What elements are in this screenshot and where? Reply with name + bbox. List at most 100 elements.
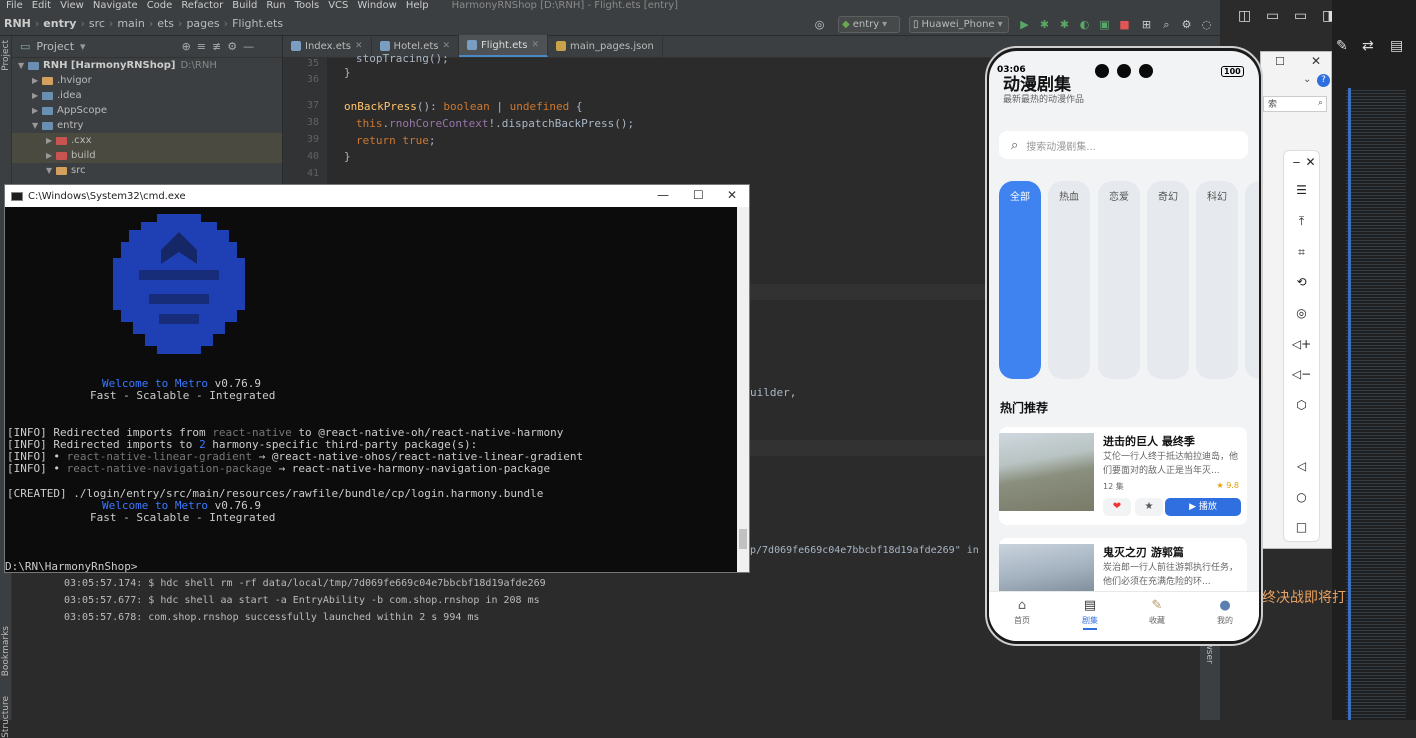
shake-icon[interactable]: ⬡: [1284, 398, 1319, 412]
category-more[interactable]: [1245, 181, 1259, 379]
menu-item-view[interactable]: View: [60, 0, 84, 11]
minimap[interactable]: [1346, 88, 1406, 720]
rotate-icon[interactable]: ⟲: [1284, 275, 1319, 289]
tree-item-appscope[interactable]: ▶ AppScope: [12, 103, 282, 118]
menu-item-edit[interactable]: Edit: [32, 0, 51, 11]
bookmarks-tool-label[interactable]: Bookmarks: [1, 626, 11, 676]
close-icon[interactable]: ✕: [355, 41, 363, 51]
volume-up-icon[interactable]: ◁+: [1284, 337, 1319, 351]
close-icon[interactable]: ✕: [727, 188, 737, 202]
tree-item-hvigor[interactable]: ▶ .hvigor: [12, 73, 282, 88]
structure-tool-label[interactable]: Structure: [1, 696, 11, 738]
tab-favorites[interactable]: ✎ 收藏: [1127, 598, 1187, 626]
run-config-select[interactable]: ◆ entry ▾: [838, 16, 900, 33]
close-icon[interactable]: ✕: [531, 40, 539, 50]
attach-debugger-icon[interactable]: ✱: [1058, 18, 1071, 31]
play-button[interactable]: ▶ 播放: [1165, 498, 1241, 516]
category-all[interactable]: 全部: [999, 181, 1041, 379]
run-icon[interactable]: ▶: [1018, 18, 1031, 31]
collect-button[interactable]: ★: [1135, 498, 1163, 516]
cmd-scrollbar[interactable]: [737, 207, 749, 572]
coverage-icon[interactable]: ▣: [1098, 18, 1111, 31]
menu-item-run[interactable]: Run: [266, 0, 285, 11]
gear-icon[interactable]: ⚙: [1180, 18, 1193, 31]
crumb-ets[interactable]: ets: [157, 17, 174, 30]
target-icon[interactable]: ◎: [813, 18, 826, 31]
crumb-pages[interactable]: pages: [186, 17, 219, 30]
crumb-root[interactable]: RNH: [4, 17, 31, 30]
anime-card[interactable]: 进击的巨人 最终季 艾伦一行人终于抵达帕拉迪岛，他们要面对的敌人正是当年灭...…: [999, 427, 1247, 525]
cmd-prompt[interactable]: D:\RN\HarmonyRnShop>: [5, 560, 137, 573]
emulator-search-input[interactable]: 索 ⌕: [1263, 96, 1327, 112]
project-panel-title[interactable]: Project: [36, 40, 74, 53]
collapse-icon[interactable]: ≡: [197, 40, 206, 53]
crumb-entry[interactable]: entry: [43, 17, 76, 30]
menu-item-build[interactable]: Build: [232, 0, 257, 11]
panel-icon[interactable]: ▭: [1266, 8, 1279, 24]
profiler-icon[interactable]: ⊞: [1140, 18, 1153, 31]
compare-icon[interactable]: ⇄: [1362, 38, 1374, 54]
crumb-file[interactable]: Flight.ets: [232, 17, 283, 30]
home-icon[interactable]: ○: [1284, 490, 1319, 504]
volume-down-icon[interactable]: ◁−: [1284, 367, 1319, 381]
tree-item-entry[interactable]: ▼ entry: [12, 118, 282, 133]
notifications-icon[interactable]: ◌: [1200, 18, 1213, 31]
layout-icon[interactable]: ◫: [1238, 8, 1251, 24]
minimap-scrollbar[interactable]: [1348, 88, 1351, 720]
more-icon[interactable]: ▤: [1390, 38, 1403, 54]
menu-item-help[interactable]: Help: [406, 0, 429, 11]
menu-icon[interactable]: ☰: [1284, 183, 1319, 197]
category-romance[interactable]: 恋爱: [1098, 181, 1140, 379]
debug-icon[interactable]: ✱: [1038, 18, 1051, 31]
locate-icon[interactable]: ⊕: [182, 40, 191, 53]
crumb-main[interactable]: main: [117, 17, 144, 30]
tree-item-root[interactable]: ▼ RNH [HarmonyRNShop] D:\RNH: [12, 58, 282, 73]
favorite-button[interactable]: ❤: [1103, 498, 1131, 516]
menu-item-vcs[interactable]: VCS: [328, 0, 348, 11]
minimize-icon[interactable]: —: [657, 188, 669, 202]
menu-item-code[interactable]: Code: [147, 0, 173, 11]
scroll-thumb[interactable]: [739, 529, 747, 549]
minimize-icon[interactable]: —: [243, 40, 254, 53]
chevron-down-icon[interactable]: ▾: [80, 40, 86, 53]
pin-top-icon[interactable]: ⤒: [1284, 214, 1319, 229]
crumb-src[interactable]: src: [89, 17, 105, 30]
help-icon[interactable]: ?: [1317, 74, 1330, 87]
profile-icon[interactable]: ◐: [1078, 18, 1091, 31]
search-icon[interactable]: ⌕: [1160, 18, 1173, 31]
category-fantasy[interactable]: 奇幻: [1147, 181, 1189, 379]
tree-item-src[interactable]: ▼ src: [12, 163, 282, 178]
tab-home[interactable]: ⌂ 首页: [992, 598, 1052, 626]
gear-icon[interactable]: ⚙: [227, 40, 237, 53]
device-select[interactable]: ▯ Huawei_Phone ▾: [909, 16, 1009, 33]
maximize-icon[interactable]: ☐: [1275, 55, 1285, 68]
tab-flight[interactable]: Flight.ets ✕: [459, 35, 548, 57]
tab-series[interactable]: ▤ 剧集: [1060, 598, 1120, 630]
category-scifi[interactable]: 科幻: [1196, 181, 1238, 379]
panel-bottom-icon[interactable]: ▭: [1294, 8, 1307, 24]
stop-icon[interactable]: ■: [1118, 18, 1131, 31]
tab-main-pages[interactable]: main_pages.json: [548, 35, 663, 57]
screenshot-icon[interactable]: ◎: [1284, 306, 1319, 320]
menu-item-navigate[interactable]: Navigate: [93, 0, 138, 11]
expand-icon[interactable]: ≢: [212, 40, 221, 53]
close-icon[interactable]: ✕: [1311, 54, 1321, 68]
chevron-down-icon[interactable]: ⌄: [1303, 74, 1311, 85]
search-input[interactable]: ⌕ 搜索动漫剧集...: [999, 131, 1248, 159]
menu-item-tools[interactable]: Tools: [295, 0, 320, 11]
edit-icon[interactable]: ✎: [1336, 38, 1348, 54]
close-icon[interactable]: ✕: [443, 41, 451, 51]
menu-item-file[interactable]: File: [6, 0, 23, 11]
tree-item-cxx[interactable]: ▶ .cxx: [12, 133, 282, 148]
recents-icon[interactable]: □: [1284, 520, 1319, 534]
crop-icon[interactable]: ⌗: [1284, 245, 1319, 260]
maximize-icon[interactable]: ☐: [693, 188, 704, 202]
tree-item-build[interactable]: ▶ build: [12, 148, 282, 163]
menu-item-refactor[interactable]: Refactor: [181, 0, 223, 11]
tab-profile[interactable]: ● 我的: [1195, 598, 1255, 626]
tree-item-idea[interactable]: ▶ .idea: [12, 88, 282, 103]
close-icon[interactable]: ✕: [1293, 155, 1328, 169]
category-action[interactable]: 热血: [1048, 181, 1090, 379]
project-tool-label[interactable]: Project: [1, 40, 11, 71]
menu-item-window[interactable]: Window: [357, 0, 396, 11]
